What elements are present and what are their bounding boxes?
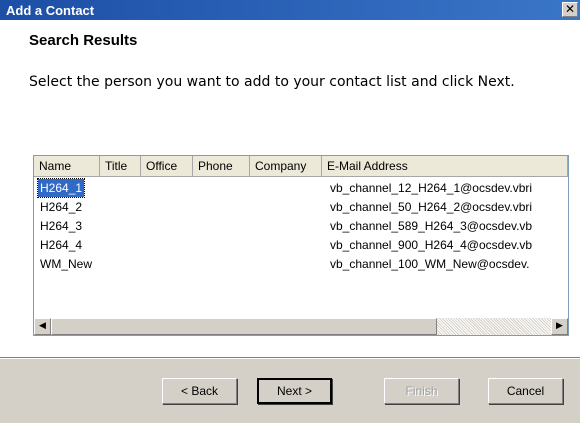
list-item[interactable]: H264_3 vb_channel_589_H264_3@ocsdev.vb [34,217,568,236]
close-icon[interactable]: ✕ [562,2,578,17]
scroll-left-icon[interactable]: ◀ [34,318,51,335]
contact-email: vb_channel_589_H264_3@ocsdev.vb [330,219,533,233]
instructions-text: Select the person you want to add to you… [29,74,515,90]
add-contact-dialog: Add a Contact ✕ Search Results Select th… [0,0,580,423]
contact-name: H264_4 [40,238,83,252]
column-header-office[interactable]: Office [141,156,193,177]
cancel-button[interactable]: Cancel [488,378,563,404]
contact-name: H264_1 [36,178,86,198]
contact-email: vb_channel_900_H264_4@ocsdev.vb [330,238,533,252]
column-header-phone[interactable]: Phone [193,156,250,177]
column-header-company[interactable]: Company [250,156,322,177]
list-item[interactable]: H264_4 vb_channel_900_H264_4@ocsdev.vb [34,236,568,255]
list-item[interactable]: WM_New vb_channel_100_WM_New@ocsdev. [34,255,568,274]
title-bar: Add a Contact ✕ [0,0,580,20]
button-divider [0,357,580,359]
column-header-email[interactable]: E-Mail Address [322,156,568,177]
search-results-list[interactable]: Name Title Office Phone Company E-Mail A… [33,155,569,336]
column-header-title[interactable]: Title [100,156,141,177]
column-header-name[interactable]: Name [34,156,100,177]
next-button[interactable]: Next > [257,378,332,404]
list-item[interactable]: H264_1 vb_channel_12_H264_1@ocsdev.vbri [34,178,568,198]
contact-name: H264_3 [40,219,83,233]
contact-name: H264_2 [40,200,83,214]
back-button[interactable]: < Back [162,378,237,404]
contact-email: vb_channel_50_H264_2@ocsdev.vbri [330,200,533,214]
contact-email: vb_channel_12_H264_1@ocsdev.vbri [330,181,533,195]
horizontal-scrollbar[interactable]: ◀ ▶ [34,318,568,335]
scrollbar-track[interactable] [437,318,551,335]
contact-email: vb_channel_100_WM_New@ocsdev. [330,257,530,271]
page-heading: Search Results [29,32,138,49]
window-title: Add a Contact [6,3,95,18]
finish-button: Finish [384,378,459,404]
scrollbar-thumb[interactable] [51,318,437,335]
list-item[interactable]: H264_2 vb_channel_50_H264_2@ocsdev.vbri [34,198,568,217]
scroll-right-icon[interactable]: ▶ [551,318,568,335]
contact-name: WM_New [40,257,93,271]
